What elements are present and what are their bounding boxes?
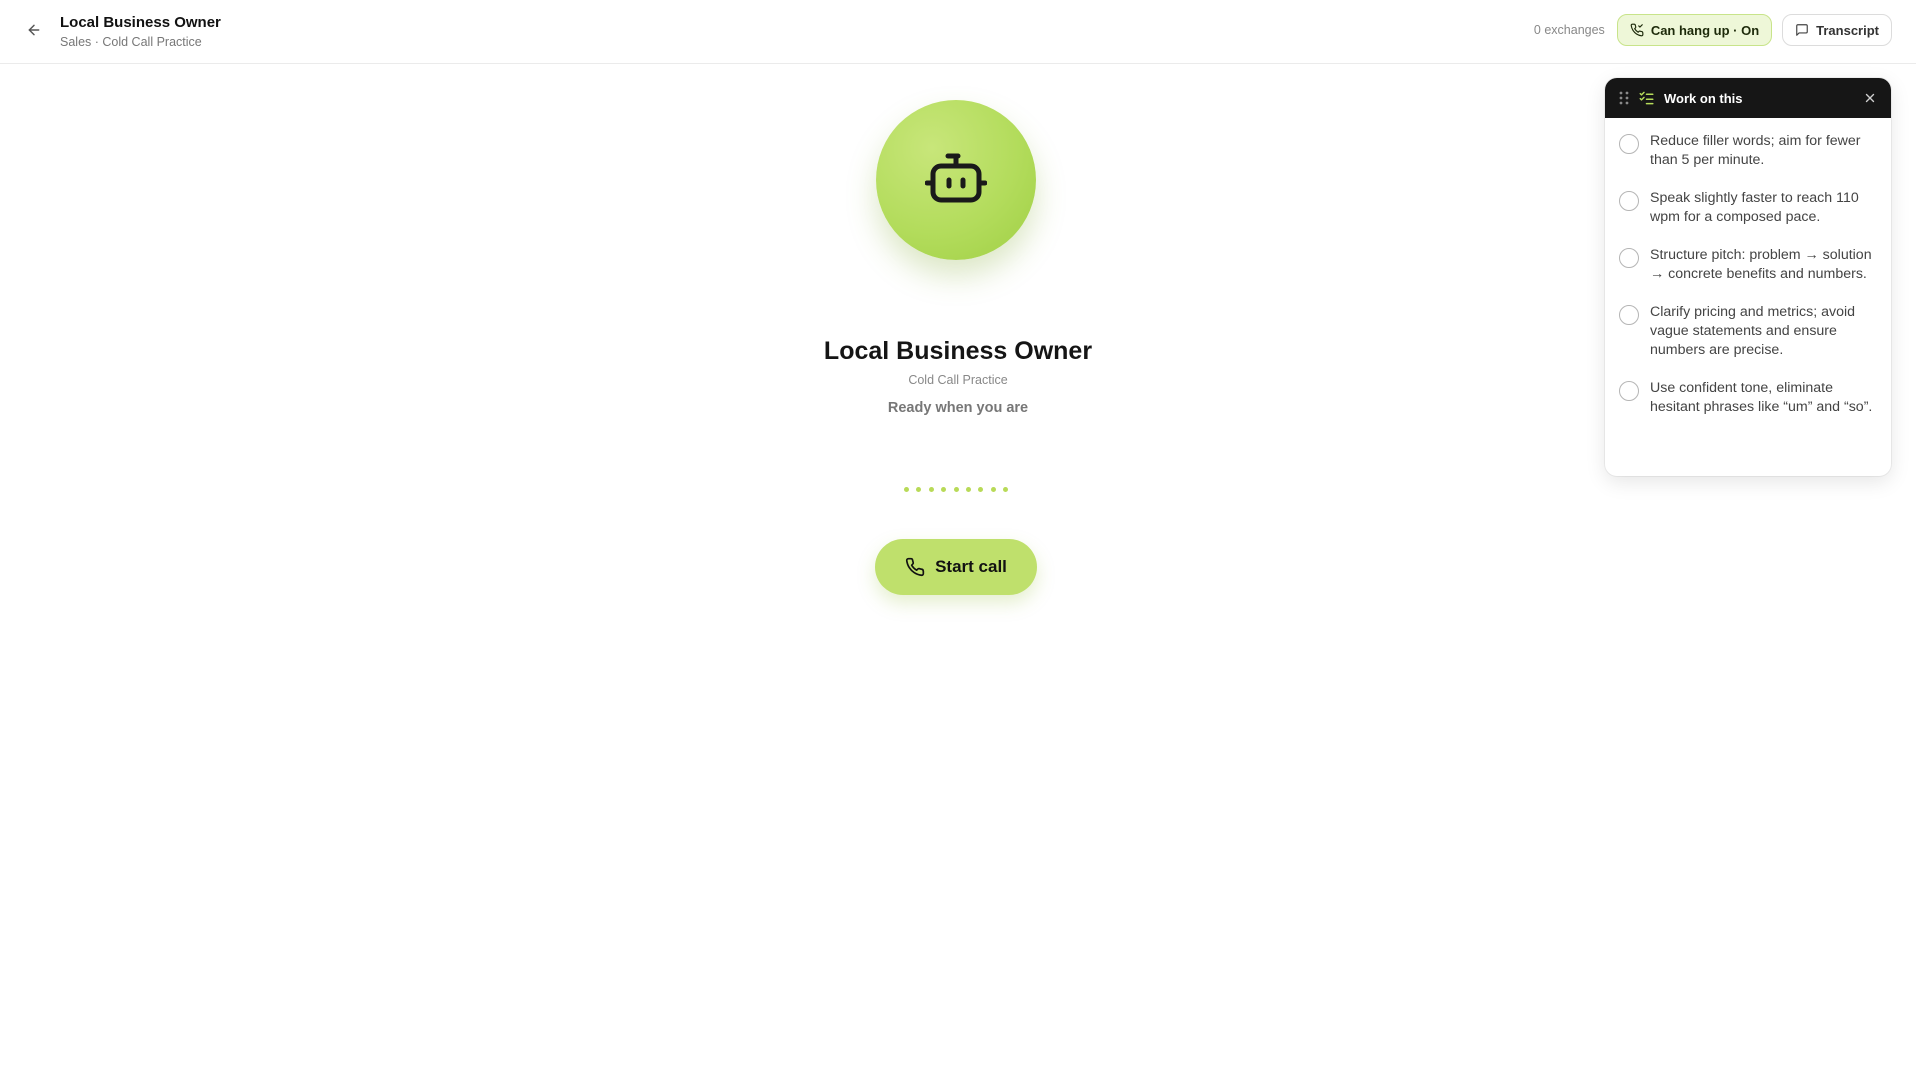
header-actions: 0 exchanges Can hang up · On Transcript [1534, 14, 1892, 46]
phone-icon [906, 557, 925, 577]
list-item: Clarify pricing and metrics; avoid vague… [1619, 303, 1877, 360]
item-checkbox[interactable] [1619, 191, 1639, 211]
persona-avatar [876, 100, 1036, 260]
item-text: Clarify pricing and metrics; avoid vague… [1650, 304, 1856, 358]
start-call-label: Start call [935, 557, 1007, 576]
phone-icon [1630, 23, 1644, 37]
panel-header: Work on this [1605, 78, 1891, 118]
item-checkbox[interactable] [1619, 381, 1639, 401]
audio-dot [1003, 486, 1008, 492]
item-checkbox[interactable] [1619, 248, 1639, 268]
audio-dot [990, 486, 996, 492]
list-item: Use confident tone, eliminate hesitant p… [1619, 379, 1877, 417]
message-square-icon [1796, 24, 1808, 36]
item-text: Structure pitch: problem → solution → co… [1650, 247, 1872, 282]
checklist-icon [1639, 91, 1654, 105]
start-call-button[interactable]: Start call [875, 539, 1037, 595]
can-hang-up-label: Can hang up · On [1650, 22, 1760, 38]
item-checkbox[interactable] [1619, 305, 1639, 325]
audio-dot [978, 486, 984, 492]
audio-dot [965, 486, 971, 492]
audio-dot [916, 486, 922, 492]
arrow-left-icon [28, 24, 40, 36]
work-on-this-panel: Work on this Reduce filler words; aim fo… [1605, 78, 1891, 476]
item-text: Reduce filler words; aim for fewer than … [1650, 133, 1861, 168]
panel-body: Reduce filler words; aim for fewer than … [1605, 118, 1891, 417]
page-subtitle: Sales · Cold Call Practice [60, 35, 202, 49]
panel-title: Work on this [1664, 90, 1743, 106]
drag-handle-icon[interactable] [1619, 91, 1629, 105]
header-titles: Local Business Owner Sales · Cold Call P… [60, 14, 221, 50]
item-text: Speak slightly faster to reach 110 wpm f… [1650, 190, 1859, 225]
audio-dot [953, 486, 959, 492]
audio-dot [928, 486, 934, 492]
can-hang-up-toggle[interactable]: Can hang up · On [1616, 14, 1773, 46]
exchanges-count: 0 exchanges [1533, 23, 1605, 37]
list-item: Reduce filler words; aim for fewer than … [1619, 132, 1877, 170]
close-icon [1865, 93, 1875, 103]
audio-dot [941, 486, 947, 492]
list-item: Speak slightly faster to reach 110 wpm f… [1619, 189, 1877, 227]
panel-close-button[interactable] [1863, 91, 1877, 105]
item-text: Use confident tone, eliminate hesitant p… [1650, 380, 1873, 415]
transcript-label: Transcript [1816, 22, 1879, 38]
back-button[interactable] [22, 18, 46, 42]
top-bar: Local Business Owner Sales · Cold Call P… [0, 0, 1916, 64]
page-title: Local Business Owner [60, 14, 221, 31]
audio-level-indicator [904, 486, 1008, 492]
list-item: Structure pitch: problem → solution → co… [1619, 246, 1877, 284]
audio-dot [904, 486, 909, 492]
bot-icon [925, 153, 987, 203]
transcript-button[interactable]: Transcript [1782, 14, 1892, 46]
item-checkbox[interactable] [1619, 134, 1639, 154]
